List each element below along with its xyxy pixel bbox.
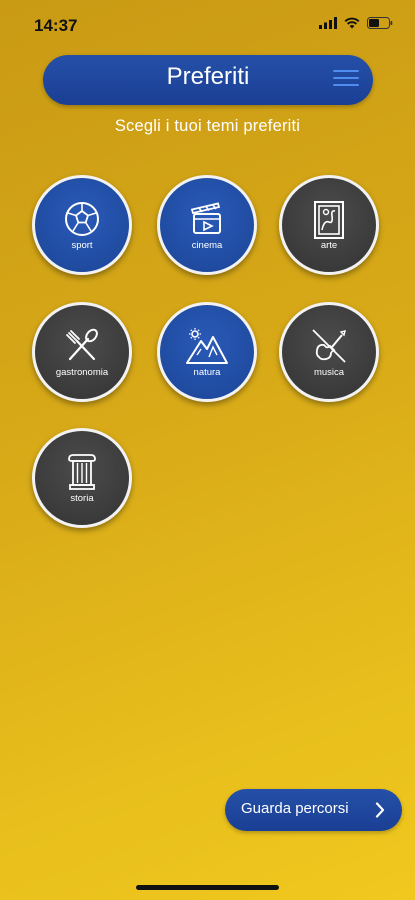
mountains-icon: [186, 328, 228, 364]
theme-label: arte: [320, 240, 338, 251]
theme-sport[interactable]: sport: [32, 175, 132, 275]
theme-cinema[interactable]: cinema: [157, 175, 257, 275]
hamburger-menu-icon[interactable]: [333, 70, 359, 90]
theme-label: gastronomia: [55, 367, 109, 378]
theme-label: musica: [313, 367, 345, 378]
view-routes-button[interactable]: Guarda percorsi: [225, 789, 402, 831]
theme-label: cinema: [191, 240, 223, 251]
page-title: Preferiti: [166, 63, 250, 90]
battery-icon: [367, 17, 393, 29]
theme-musica[interactable]: musica: [279, 302, 379, 402]
status-time: 14:37: [34, 16, 78, 35]
wifi-icon: [344, 17, 360, 29]
theme-arte[interactable]: arte: [279, 175, 379, 275]
theme-gastronomia[interactable]: gastronomia: [32, 302, 132, 402]
clapperboard-icon: [190, 202, 221, 234]
soccer-ball-icon: [65, 202, 99, 236]
violin-icon: [312, 329, 346, 363]
header-bar: Preferiti: [43, 55, 373, 105]
framed-painting-icon: [314, 201, 344, 239]
home-indicator[interactable]: [136, 885, 279, 890]
theme-storia[interactable]: storia: [32, 428, 132, 528]
chevron-right-icon: [375, 802, 385, 818]
signal-icon: [319, 17, 337, 29]
status-icons: [319, 17, 393, 29]
theme-label: natura: [193, 367, 221, 378]
theme-label: sport: [71, 240, 93, 251]
fork-spoon-icon: [66, 328, 98, 361]
column-icon: [68, 454, 96, 490]
status-bar: 14:37: [0, 0, 415, 50]
theme-label: storia: [70, 493, 94, 504]
theme-natura[interactable]: natura: [157, 302, 257, 402]
view-routes-label: Guarda percorsi: [241, 800, 349, 817]
subtitle: Scegli i tuoi temi preferiti: [114, 117, 301, 135]
